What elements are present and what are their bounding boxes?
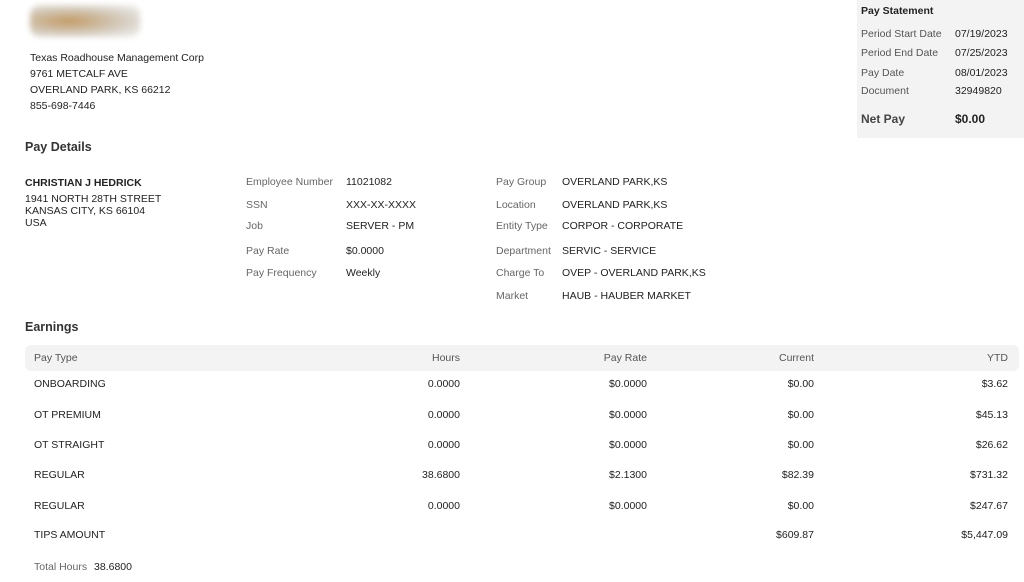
total-hours-label: Total Hours	[34, 561, 88, 573]
job-label: Job	[246, 220, 263, 232]
net-pay-label: Net Pay	[861, 112, 906, 126]
ytd-cell: $5,447.09	[961, 529, 1008, 541]
market-label: Market	[496, 290, 529, 302]
company-name: Texas Roadhouse Management Corp	[30, 52, 204, 64]
header-current: Current	[778, 352, 814, 364]
pay-rate-cell: $0.0000	[609, 378, 647, 390]
pay-rate-label: Pay Rate	[246, 245, 290, 257]
pay-rate-cell: $2.1300	[609, 469, 647, 481]
company-info: Texas Roadhouse Management Corp 9761 MET…	[30, 50, 204, 114]
pay-rate-cell: $0.0000	[609, 409, 647, 421]
employee-number-label: Employee Number	[246, 176, 333, 188]
document-value: 32949820	[955, 85, 1002, 97]
employee-number-value: 11021082	[346, 176, 392, 188]
period-start-value: 07/19/2023	[955, 28, 1008, 40]
company-logo	[30, 5, 140, 37]
pay-statement-title: Pay Statement	[861, 5, 934, 17]
charge-to-label: Charge To	[496, 267, 545, 279]
employee-address-line1: 1941 NORTH 28TH STREET	[25, 193, 162, 205]
pay-group-value: OVERLAND PARK,KS	[562, 176, 668, 188]
total-hours-value: 38.6800	[94, 561, 132, 573]
period-start-label: Period Start Date	[861, 28, 942, 40]
pay-group-label: Pay Group	[496, 176, 547, 188]
employee-info: CHRISTIAN J HEDRICK 1941 NORTH 28TH STRE…	[25, 175, 161, 229]
pay-type-cell: TIPS AMOUNT	[34, 529, 106, 541]
period-end-label: Period End Date	[861, 47, 939, 59]
ssn-label: SSN	[246, 199, 268, 211]
location-value: OVERLAND PARK,KS	[562, 199, 668, 211]
pay-rate-cell: $0.0000	[609, 439, 647, 451]
market-value: HAUB - HAUBER MARKET	[562, 290, 691, 302]
location-label: Location	[496, 199, 536, 211]
document-label: Document	[861, 85, 909, 97]
employee-country: USA	[25, 217, 47, 229]
pay-type-cell: REGULAR	[34, 469, 85, 481]
pay-details-title: Pay Details	[25, 140, 92, 154]
pay-type-cell: REGULAR	[34, 500, 85, 512]
entity-type-label: Entity Type	[496, 220, 548, 232]
header-pay-type: Pay Type	[34, 352, 78, 364]
ytd-cell: $247.67	[970, 500, 1008, 512]
hours-cell: 38.6800	[422, 469, 460, 481]
current-cell: $82.39	[781, 469, 814, 481]
department-label: Department	[496, 245, 551, 257]
net-pay-value: $0.00	[955, 112, 986, 126]
company-address-line1: 9761 METCALF AVE	[30, 68, 128, 80]
ytd-cell: $3.62	[981, 378, 1008, 390]
ytd-cell: $45.13	[975, 409, 1008, 421]
hours-cell: 0.0000	[427, 378, 460, 390]
pay-frequency-label: Pay Frequency	[246, 267, 317, 279]
pay-date-value: 08/01/2023	[955, 67, 1008, 79]
header-ytd: YTD	[987, 352, 1008, 364]
company-phone: 855-698-7446	[30, 100, 96, 112]
pay-type-cell: OT PREMIUM	[34, 409, 101, 421]
current-cell: $0.00	[787, 500, 814, 512]
ytd-cell: $731.32	[970, 469, 1008, 481]
current-cell: $0.00	[787, 439, 814, 451]
company-address-line2: OVERLAND PARK, KS 66212	[30, 84, 171, 96]
hours-cell: 0.0000	[427, 439, 460, 451]
period-end-value: 07/25/2023	[955, 47, 1008, 59]
employee-name: CHRISTIAN J HEDRICK	[25, 177, 142, 189]
pay-date-label: Pay Date	[861, 67, 905, 79]
current-cell: $0.00	[787, 409, 814, 421]
current-cell: $609.87	[776, 529, 814, 541]
job-value: SERVER - PM	[346, 220, 415, 232]
ytd-cell: $26.62	[975, 439, 1008, 451]
earnings-title: Earnings	[25, 320, 79, 334]
hours-cell: 0.0000	[427, 500, 460, 512]
entity-type-value: CORPOR - CORPORATE	[562, 220, 684, 232]
charge-to-value: OVEP - OVERLAND PARK,KS	[562, 267, 706, 279]
hours-cell: 0.0000	[427, 409, 460, 421]
header-pay-rate: Pay Rate	[603, 352, 647, 364]
pay-type-cell: OT STRAIGHT	[34, 439, 105, 451]
total-hours: Total Hours 38.6800	[34, 561, 132, 573]
department-value: SERVIC - SERVICE	[562, 245, 657, 257]
earnings-table-header: Pay Type Hours Pay Rate Current YTD	[25, 345, 1019, 371]
pay-type-cell: ONBOARDING	[34, 378, 106, 390]
current-cell: $0.00	[787, 378, 814, 390]
pay-frequency-value: Weekly	[346, 267, 381, 279]
ssn-value: XXX-XX-XXXX	[346, 199, 417, 211]
employee-address-line2: KANSAS CITY, KS 66104	[25, 205, 146, 217]
pay-rate-cell: $0.0000	[609, 500, 647, 512]
pay-statement-box: Pay Statement Period Start Date 07/19/20…	[857, 0, 1024, 138]
pay-rate-value: $0.0000	[346, 245, 384, 257]
header-hours: Hours	[431, 352, 460, 364]
